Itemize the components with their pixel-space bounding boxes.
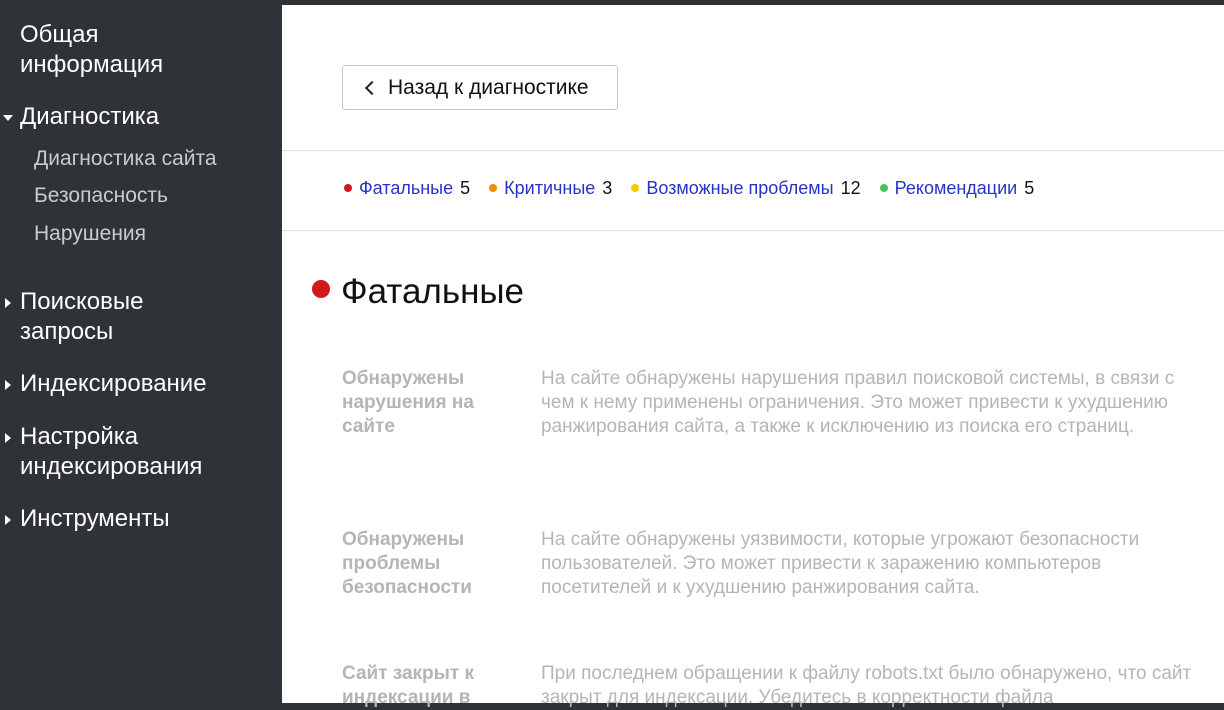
nav-diagnostics-label: Диагностика	[20, 103, 160, 130]
issue-description: На сайте обнаружены нарушения правил пои…	[541, 368, 1175, 437]
issue-description: На сайте обнаружены уязвимости, которые …	[541, 529, 1140, 598]
issue-name: Обнаружены проблемы безопасности	[342, 529, 472, 598]
section-heading: Фатальные	[312, 272, 524, 312]
nav-indexing[interactable]: Индексирование	[5, 369, 207, 399]
filter-possible: Возможные проблемы 12	[631, 177, 861, 199]
red-dot-icon	[344, 184, 352, 192]
orange-dot-icon	[489, 184, 498, 192]
nav-indexing-settings[interactable]: Настройка индексирования	[5, 422, 240, 482]
filter-recommendations-count: 5	[1024, 178, 1035, 198]
green-dot-icon	[879, 184, 888, 192]
nav-security[interactable]: Безопасность	[34, 183, 168, 209]
filter-critical-count: 3	[602, 178, 613, 198]
expanded-arrow-icon	[3, 115, 13, 121]
filter-critical: Критичные 3	[489, 177, 612, 199]
filter-recommendations-link[interactable]: Рекомендации	[895, 178, 1018, 198]
collapsed-arrow-icon	[5, 433, 11, 443]
back-to-diagnostics-button[interactable]: Назад к диагностике	[342, 65, 618, 110]
nav-diagnostics[interactable]: Диагностика	[3, 102, 160, 132]
collapsed-arrow-icon	[5, 380, 11, 390]
filter-recommendations: Рекомендации 5	[879, 177, 1035, 199]
issue-name: Обнаружены нарушения на сайте	[342, 368, 474, 437]
main-content: Назад к диагностике Фатальные 5 Критичные…	[282, 5, 1224, 708]
divider	[282, 150, 1224, 151]
filter-possible-count: 12	[840, 178, 861, 198]
filter-possible-link[interactable]: Возможные проблемы	[646, 178, 833, 198]
chevron-left-icon	[364, 80, 380, 96]
divider	[282, 230, 1224, 231]
nav-overview[interactable]: Общая информация	[20, 20, 210, 80]
yellow-dot-icon	[631, 184, 640, 192]
filter-fatal: Фатальные 5	[344, 177, 470, 199]
nav-search-queries[interactable]: Поисковые запросы	[5, 287, 190, 347]
red-dot-icon	[312, 280, 330, 298]
collapsed-arrow-icon	[5, 298, 11, 308]
collapsed-arrow-icon	[5, 515, 11, 525]
filter-fatal-count: 5	[460, 178, 471, 198]
nav-indexing-settings-label: Настройка индексирования	[20, 423, 203, 480]
nav-site-diagnostics[interactable]: Диагностика сайта	[34, 146, 217, 172]
sidebar: Общая информация Диагностика Диагностика…	[0, 0, 282, 703]
filter-fatal-link[interactable]: Фатальные	[359, 178, 453, 198]
filter-critical-link[interactable]: Критичные	[504, 178, 595, 198]
severity-filters: Фатальные 5 Критичные 3 Возможные проблемы…	[344, 177, 1048, 199]
section-title: Фатальные	[341, 272, 525, 311]
nav-tools-label: Инструменты	[20, 505, 170, 532]
back-button-label: Назад к диагностике	[388, 76, 589, 99]
nav-search-queries-label: Поисковые запросы	[20, 288, 144, 345]
nav-violations[interactable]: Нарушения	[34, 221, 146, 247]
nav-overview-label: Общая информация	[20, 21, 164, 78]
nav-indexing-label: Индексирование	[20, 370, 207, 397]
nav-tools[interactable]: Инструменты	[5, 504, 170, 534]
